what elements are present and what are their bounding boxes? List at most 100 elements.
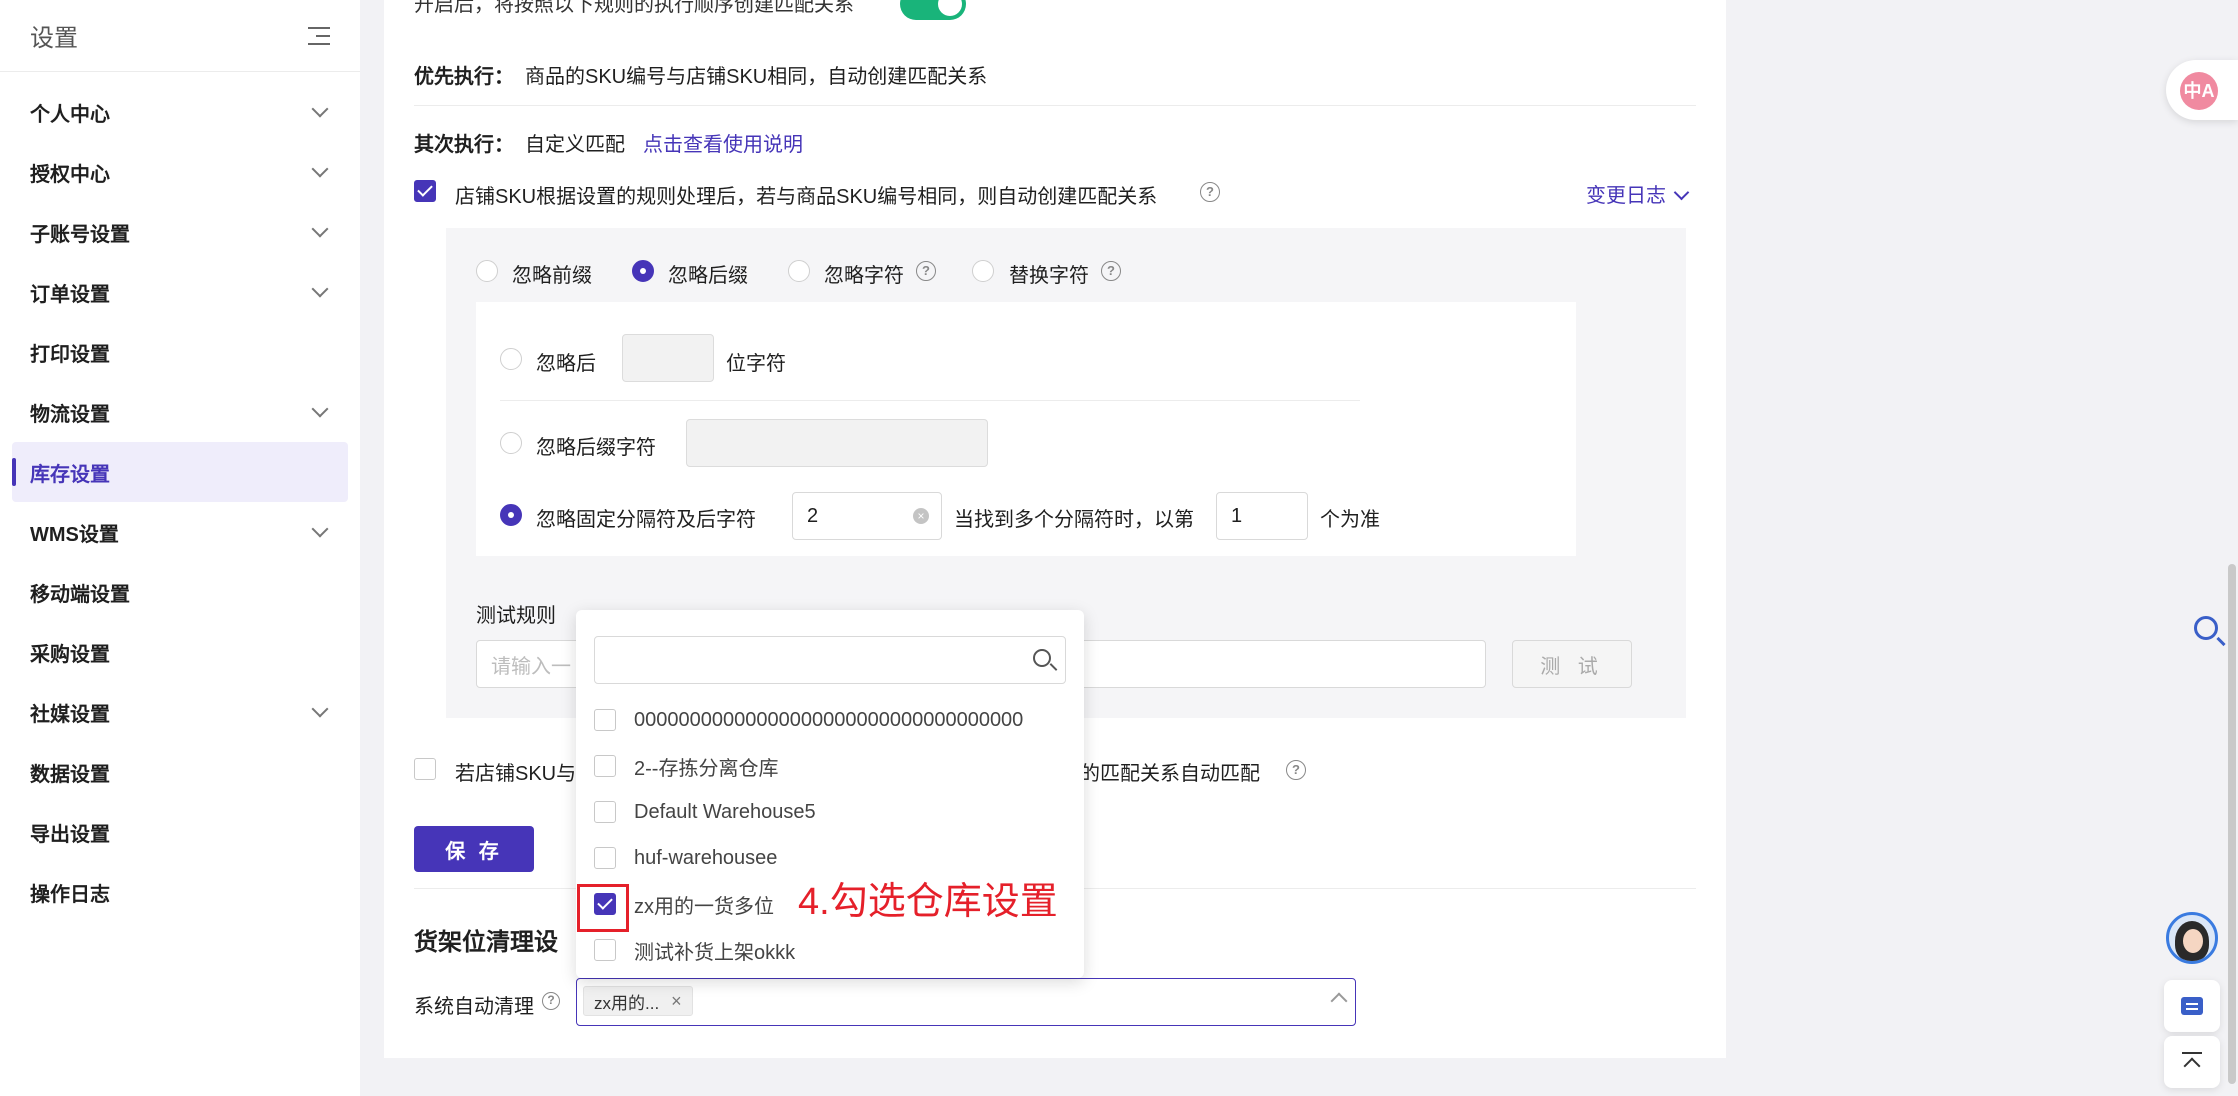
sidebar-item[interactable]: 导出设置 — [0, 802, 360, 862]
save-button[interactable]: 保 存 — [414, 826, 534, 872]
message-button[interactable] — [2164, 980, 2220, 1032]
sidebar-item-label: 社媒设置 — [30, 703, 110, 726]
help-icon[interactable]: ? — [542, 992, 560, 1010]
divider — [500, 400, 1360, 401]
warehouse-select[interactable]: zx用的... × — [576, 978, 1356, 1026]
mode-label-suffix: 忽略后缀 — [668, 265, 748, 287]
sidebar-item-label: 移动端设置 — [30, 583, 130, 606]
suffix-radio-chars[interactable] — [500, 432, 522, 454]
sidebar-item[interactable]: 个人中心 — [0, 82, 360, 142]
mode-label-replace: 替换字符 — [1009, 265, 1089, 287]
sidebar-item[interactable]: 授权中心 — [0, 142, 360, 202]
sidebar-item[interactable]: 移动端设置 — [0, 562, 360, 622]
scrollbar[interactable] — [2228, 564, 2236, 1084]
sidebar-item-label: 库存设置 — [30, 463, 110, 486]
auto-clean-label: 系统自动清理 — [414, 996, 534, 1018]
suffix-count-unit: 位字符 — [726, 353, 786, 375]
sidebar-item-label: WMS设置 — [30, 523, 119, 546]
clear-icon[interactable]: × — [913, 508, 929, 524]
mode-radio-suffix[interactable] — [632, 260, 654, 282]
test-button[interactable]: 测 试 — [1512, 640, 1632, 688]
sidebar-item[interactable]: 物流设置 — [0, 382, 360, 442]
sidebar-item[interactable]: 操作日志 — [0, 862, 360, 922]
warehouse-option-label: huf-warehousee — [634, 846, 778, 869]
collapse-menu-icon[interactable] — [304, 25, 330, 47]
suffix-chars-label: 忽略后缀字符 — [536, 437, 656, 459]
suffix-count-label: 忽略后 — [536, 353, 596, 375]
warehouse-option[interactable]: 00000000000000000000000000000000000 — [594, 700, 1023, 740]
sidebar-item[interactable]: 社媒设置 — [0, 682, 360, 742]
mode-label-prefix: 忽略前缀 — [512, 265, 592, 287]
dropdown-search-input[interactable] — [594, 636, 1066, 684]
auto-match-toggle[interactable] — [900, 0, 966, 20]
sidebar-item[interactable]: 采购设置 — [0, 622, 360, 682]
rule-match-checkbox[interactable] — [414, 180, 436, 202]
help-icon[interactable]: ? — [1286, 760, 1306, 780]
back-to-top-button[interactable] — [2164, 1036, 2220, 1088]
sidebar-item[interactable]: WMS设置 — [0, 502, 360, 562]
change-log-link[interactable]: 变更日志 — [1586, 179, 1691, 208]
separator-input[interactable]: 2 × — [792, 492, 942, 540]
mode-label-chars: 忽略字符 — [824, 265, 904, 287]
warehouse-option[interactable]: Default Warehouse5 — [594, 792, 816, 832]
separator-mid-text: 当找到多个分隔符时，以第 — [954, 509, 1194, 531]
priority-label: 优先执行： — [414, 66, 514, 88]
annotation-highlight-box — [577, 884, 629, 932]
support-avatar[interactable] — [2166, 912, 2218, 964]
warehouse-option-checkbox[interactable] — [594, 939, 616, 961]
secondary-label: 其次执行： — [414, 134, 514, 156]
test-rule-label: 测试规则 — [476, 605, 556, 627]
chevron-down-icon — [1673, 184, 1689, 201]
sidebar-title: 设置 — [30, 25, 78, 52]
warehouse-option-checkbox[interactable] — [594, 801, 616, 823]
warehouse-option[interactable]: 测试补货上架okkk — [594, 930, 795, 970]
sidebar-item-label: 导出设置 — [30, 823, 110, 846]
help-icon[interactable]: ? — [916, 261, 936, 281]
warehouse-option-checkbox[interactable] — [594, 709, 616, 731]
shelf-section-title: 货架位清理设 — [414, 929, 558, 956]
separator-index-input[interactable]: 1 — [1216, 492, 1308, 540]
priority-text: 商品的SKU编号与店铺SKU相同，自动创建匹配关系 — [525, 66, 988, 88]
search-icon[interactable] — [2194, 616, 2218, 640]
rule-match-text: 店铺SKU根据设置的规则处理后，若与商品SKU编号相同，则自动创建匹配关系 — [455, 186, 1158, 208]
usage-guide-link[interactable]: 点击查看使用说明 — [643, 128, 803, 157]
chevron-down-icon — [311, 160, 329, 178]
divider — [414, 105, 1696, 106]
sidebar-header: 设置 — [0, 0, 360, 72]
warehouse-option[interactable]: huf-warehousee — [594, 838, 777, 878]
second-rule-checkbox[interactable] — [414, 758, 436, 780]
floating-toolbar — [2164, 904, 2222, 1088]
sidebar-item[interactable]: 订单设置 — [0, 262, 360, 322]
warehouse-option[interactable]: 2--存拣分离仓库 — [594, 746, 778, 786]
chevron-up-icon[interactable] — [1330, 992, 1348, 1010]
chevron-down-icon — [311, 700, 329, 718]
warehouse-option-checkbox[interactable] — [594, 847, 616, 869]
mode-radio-chars[interactable] — [788, 260, 810, 282]
sidebar-item-label: 操作日志 — [30, 883, 110, 906]
warehouse-option-checkbox[interactable] — [594, 755, 616, 777]
sidebar-item-label: 订单设置 — [30, 283, 110, 306]
sidebar-item-label: 数据设置 — [30, 763, 110, 786]
second-rule-text-left: 若店铺SKU与 — [455, 763, 577, 785]
annotation-text: 4.勾选仓库设置 — [798, 881, 1058, 923]
warehouse-option-label: 测试补货上架okkk — [634, 941, 796, 964]
sidebar-item[interactable]: 子账号设置 — [0, 202, 360, 262]
selected-warehouse-tag: zx用的... × — [583, 986, 693, 1016]
suffix-radio-separator[interactable] — [500, 504, 522, 526]
warehouse-option-label: 00000000000000000000000000000000000 — [634, 708, 1024, 731]
translate-button[interactable]: 中A — [2166, 60, 2238, 120]
help-icon[interactable]: ? — [1200, 182, 1220, 202]
help-icon[interactable]: ? — [1101, 261, 1121, 281]
suffix-chars-input[interactable] — [686, 419, 988, 467]
sidebar-item[interactable]: 库存设置 — [12, 442, 348, 502]
suffix-count-input[interactable] — [622, 334, 714, 382]
suffix-radio-count[interactable] — [500, 348, 522, 370]
separator-value: 2 — [807, 504, 819, 527]
mode-radio-prefix[interactable] — [476, 260, 498, 282]
separator-end-text: 个为准 — [1320, 509, 1380, 531]
mode-radio-replace[interactable] — [972, 260, 994, 282]
close-icon[interactable]: × — [671, 991, 682, 1012]
sidebar-item[interactable]: 数据设置 — [0, 742, 360, 802]
sidebar-item[interactable]: 打印设置 — [0, 322, 360, 382]
second-rule-text-right: 的匹配关系自动匹配 — [1080, 763, 1260, 785]
